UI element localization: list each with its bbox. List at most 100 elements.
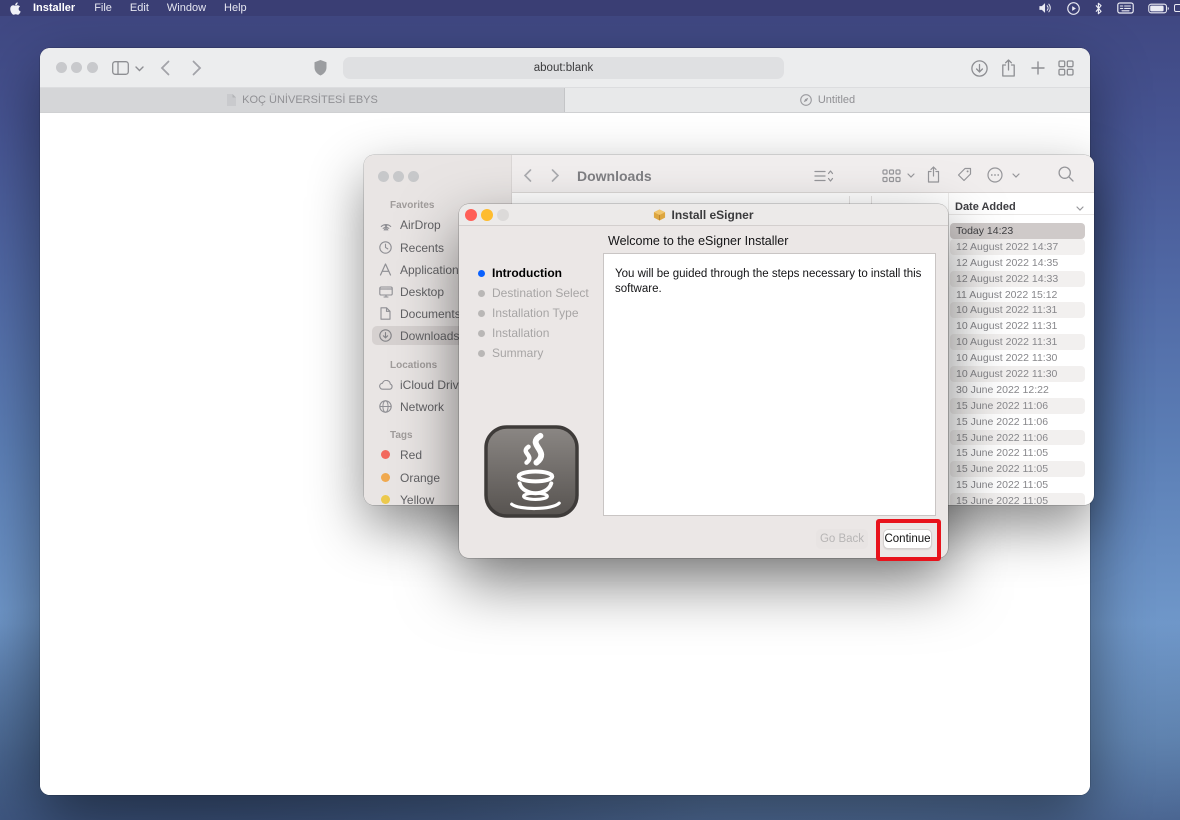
more-actions-icon[interactable]: [987, 167, 1003, 183]
volume-icon[interactable]: [1038, 2, 1053, 14]
battery-icon[interactable]: [1148, 3, 1170, 14]
page-favicon-icon: [226, 94, 236, 106]
tab-label: Untitled: [818, 94, 855, 106]
step-dot-icon: [478, 330, 485, 337]
back-icon[interactable]: [523, 169, 532, 182]
group-view-icon[interactable]: [882, 169, 901, 183]
search-icon[interactable]: [1058, 166, 1074, 182]
minimize-button[interactable]: [481, 209, 493, 221]
keyboard-icon[interactable]: [1117, 2, 1134, 14]
file-row[interactable]: 30 June 2022 12:22: [950, 382, 1085, 398]
close-button[interactable]: [56, 62, 67, 73]
play-circle-icon[interactable]: [1067, 2, 1080, 15]
zoom-button[interactable]: [87, 62, 98, 73]
apple-menu-icon[interactable]: [10, 2, 21, 15]
date-added-cell: 10 August 2022 11:30: [956, 352, 1057, 364]
tag-icon[interactable]: [957, 167, 972, 182]
menu-window[interactable]: Window: [158, 2, 215, 14]
file-row[interactable]: 10 August 2022 11:30: [950, 350, 1085, 366]
date-added-cell: 15 June 2022 11:06: [956, 416, 1048, 428]
step-summary: Summary: [478, 346, 589, 360]
list-view-sort-icon[interactable]: [814, 169, 834, 183]
forward-icon[interactable]: [192, 60, 202, 76]
date-added-cell: 11 August 2022 15:12: [956, 289, 1057, 301]
zoom-button[interactable]: [408, 171, 419, 182]
file-row[interactable]: 15 June 2022 11:05: [950, 445, 1085, 461]
active-app-menu[interactable]: Installer: [21, 2, 85, 14]
share-icon[interactable]: [927, 166, 940, 183]
continue-button[interactable]: Continue: [883, 529, 932, 549]
sidebar-item-label: AirDrop: [400, 218, 441, 232]
share-icon[interactable]: [1001, 59, 1016, 77]
step-installation-type: Installation Type: [478, 306, 589, 320]
date-added-cell: 15 June 2022 11:05: [956, 479, 1048, 491]
forward-icon[interactable]: [551, 169, 560, 182]
minimize-button[interactable]: [71, 62, 82, 73]
tab-bar: KOÇ ÜNİVERSİTESİ EBYS Untitled: [40, 88, 1090, 113]
menu-edit[interactable]: Edit: [121, 2, 158, 14]
tab-untitled[interactable]: Untitled: [565, 88, 1090, 112]
file-row[interactable]: 10 August 2022 11:30: [950, 366, 1085, 382]
file-row[interactable]: 15 June 2022 11:06: [950, 430, 1085, 446]
installer-steps: Introduction Destination Select Installa…: [478, 266, 589, 366]
package-icon: [653, 208, 666, 221]
chevron-down-icon[interactable]: [135, 66, 144, 72]
close-button[interactable]: [378, 171, 389, 182]
tab-overview-icon[interactable]: [1058, 60, 1074, 76]
file-row[interactable]: 15 June 2022 11:05: [950, 461, 1085, 477]
address-bar[interactable]: about:blank: [343, 57, 784, 79]
privacy-shield-icon[interactable]: [313, 59, 328, 77]
installer-body-text: You will be guided through the steps nec…: [615, 267, 927, 296]
installer-content-pane: You will be guided through the steps nec…: [603, 253, 936, 516]
date-added-cell: 30 June 2022 12:22: [956, 384, 1049, 396]
red-tag-icon: [378, 450, 393, 459]
chevron-down-icon[interactable]: [1012, 173, 1020, 178]
file-row-selected[interactable]: Today 14:23: [950, 223, 1085, 239]
date-added-cell: 12 August 2022 14:33: [956, 273, 1058, 285]
step-label: Installation Type: [492, 306, 579, 320]
file-row[interactable]: 15 June 2022 11:05: [950, 477, 1085, 493]
status-icons: [1038, 2, 1170, 15]
file-row[interactable]: 10 August 2022 11:31: [950, 302, 1085, 318]
date-added-cell: 10 August 2022 11:31: [956, 320, 1057, 332]
back-icon[interactable]: [160, 60, 170, 76]
new-tab-icon[interactable]: [1031, 61, 1045, 75]
bluetooth-icon[interactable]: [1094, 2, 1103, 15]
file-row[interactable]: 10 August 2022 11:31: [950, 318, 1085, 334]
step-label: Summary: [492, 346, 543, 360]
file-row[interactable]: 10 August 2022 11:31: [950, 334, 1085, 350]
safari-toolbar: about:blank: [40, 48, 1090, 88]
chevron-down-icon[interactable]: [907, 173, 915, 178]
installer-window: Install eSigner Welcome to the eSigner I…: [459, 204, 948, 558]
file-row[interactable]: 15 June 2022 11:06: [950, 398, 1085, 414]
java-icon: [484, 425, 579, 518]
date-added-cell: 12 August 2022 14:35: [956, 257, 1058, 269]
date-added-cell: 15 June 2022 11:06: [956, 400, 1048, 412]
date-added-cell: 10 August 2022 11:30: [956, 368, 1057, 380]
sidebar-toggle-icon[interactable]: [112, 61, 129, 75]
step-dot-icon: [478, 290, 485, 297]
file-row[interactable]: 15 June 2022 11:05: [950, 493, 1085, 505]
file-row[interactable]: 15 June 2022 11:06: [950, 414, 1085, 430]
file-row[interactable]: 12 August 2022 14:33: [950, 271, 1085, 287]
applications-icon: [378, 263, 393, 276]
go-back-button[interactable]: Go Back: [816, 529, 868, 549]
active-step-dot-icon: [478, 270, 485, 277]
file-row[interactable]: 12 August 2022 14:35: [950, 255, 1085, 271]
date-added-cell: Today 14:23: [956, 225, 1013, 237]
menu-file[interactable]: File: [85, 2, 121, 14]
airdrop-icon: [378, 218, 393, 231]
menu-help[interactable]: Help: [215, 2, 256, 14]
sidebar-item-label: Documents: [400, 307, 461, 321]
file-row[interactable]: 11 August 2022 15:12: [950, 287, 1085, 303]
sort-chevron-icon[interactable]: [1076, 206, 1084, 211]
date-added-cell: 12 August 2022 14:37: [956, 241, 1058, 253]
sidebar-item-label: Yellow: [400, 493, 434, 506]
column-header-date-added[interactable]: Date Added: [955, 201, 1016, 213]
file-row[interactable]: 12 August 2022 14:37: [950, 239, 1085, 255]
tab-koc-ebys[interactable]: KOÇ ÜNİVERSİTESİ EBYS: [40, 88, 565, 112]
close-button[interactable]: [465, 209, 477, 221]
minimize-button[interactable]: [393, 171, 404, 182]
downloads-icon[interactable]: [971, 60, 988, 77]
sidebar-item-label: Orange: [400, 471, 440, 485]
